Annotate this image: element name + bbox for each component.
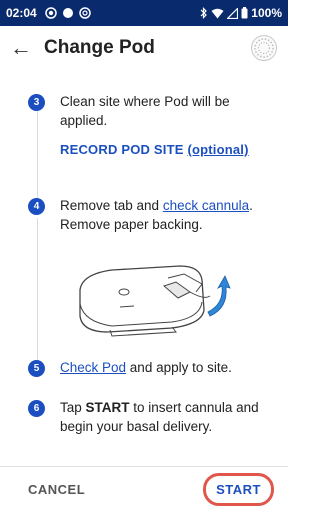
app-header: ← Change Pod (0, 26, 288, 70)
footer-bar: CANCEL START (0, 466, 288, 511)
wifi-icon (211, 8, 224, 18)
step-text-part: Tap (60, 400, 86, 415)
step-number: 5 (28, 360, 45, 377)
step-4: 4 Remove tab and check cannula. Remove p… (28, 196, 278, 234)
page-title: Change Pod (44, 37, 155, 58)
step-6: 6 Tap START to insert cannula and begin … (28, 398, 278, 436)
step-text: Check Pod and apply to site. (60, 358, 232, 377)
back-arrow-icon[interactable]: ← (10, 37, 40, 59)
cancel-button[interactable]: CANCEL (28, 482, 85, 497)
step-number: 6 (28, 400, 45, 417)
step-connector (37, 218, 38, 360)
record-pod-site-label: RECORD POD SITE (60, 142, 184, 157)
step-text: Remove tab and check cannula. Remove pap… (60, 196, 278, 234)
step-5: 5 Check Pod and apply to site. (28, 358, 278, 377)
record-optional-label: (optional) (187, 142, 249, 157)
start-keyword: START (85, 400, 130, 415)
check-pod-link[interactable]: Check Pod (60, 360, 126, 375)
step-3: 3 Clean site where Pod will be applied. … (28, 92, 278, 159)
step-text: Tap START to insert cannula and begin yo… (60, 398, 278, 436)
step-text: Clean site where Pod will be applied. (60, 94, 230, 128)
step-text-part: and apply to site. (126, 360, 232, 375)
pod-icon (251, 35, 277, 61)
step-number: 4 (28, 198, 45, 215)
circle-icon (62, 8, 73, 18)
start-button[interactable]: START (203, 472, 274, 506)
circle-at-icon (78, 7, 91, 19)
step-text-part: Remove tab and (60, 198, 163, 213)
battery-icon (241, 7, 248, 19)
check-cannula-link[interactable]: check cannula (163, 198, 249, 213)
bluetooth-icon (200, 7, 208, 19)
signal-icon (227, 7, 239, 19)
step-number: 3 (28, 94, 45, 111)
status-bar: 02:04 100% (0, 0, 288, 26)
record-dot-icon (44, 7, 57, 19)
record-pod-site-link[interactable]: RECORD POD SITE (optional) (60, 140, 278, 159)
battery-level: 100% (251, 6, 282, 20)
status-time: 02:04 (6, 6, 37, 20)
pod-illustration (79, 265, 231, 337)
